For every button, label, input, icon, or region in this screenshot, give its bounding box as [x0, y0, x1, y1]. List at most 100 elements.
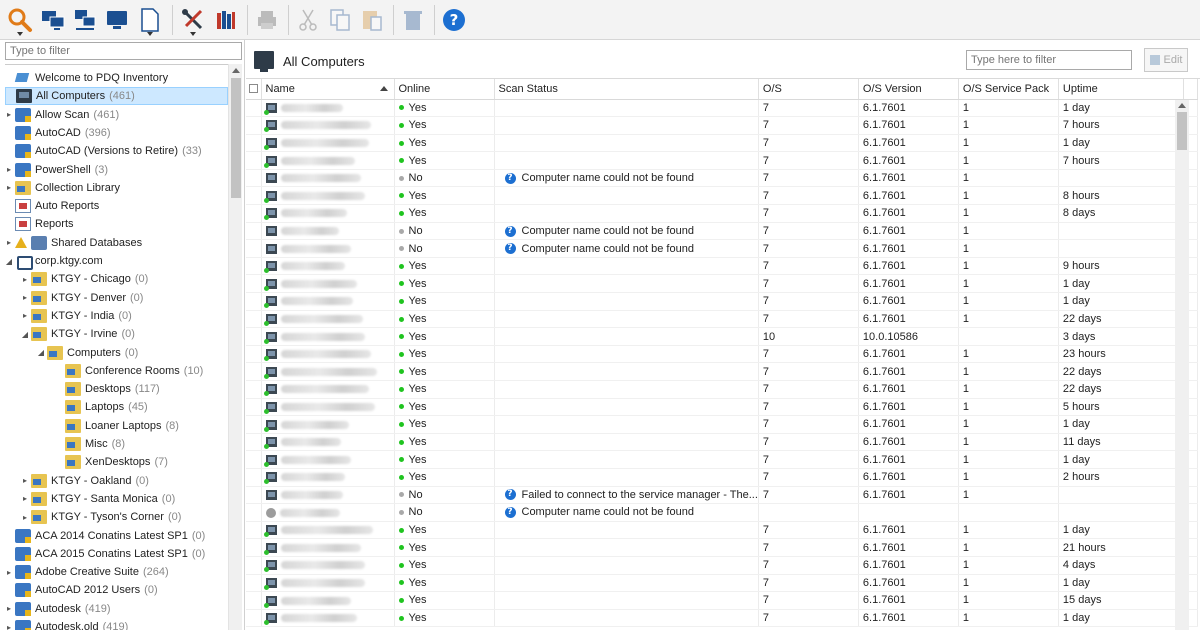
row-selector[interactable]	[246, 556, 262, 575]
row-selector[interactable]	[246, 222, 262, 241]
tree-node[interactable]: Misc (8)	[55, 435, 125, 453]
expand-toggle-icon[interactable]: ▸	[21, 476, 29, 485]
row-selector[interactable]	[246, 574, 262, 593]
grid-scrollbar[interactable]	[1175, 100, 1189, 630]
tree-node[interactable]: ▸ Autodesk.old (419)	[5, 618, 128, 630]
expand-toggle-icon[interactable]: ▸	[21, 513, 29, 522]
table-row[interactable]: Yes 7 6.1.7601 1 1 day	[246, 521, 1198, 540]
tree-node[interactable]: Welcome to PDQ Inventory	[5, 69, 172, 87]
row-selector[interactable]	[246, 274, 262, 294]
row-selector[interactable]	[246, 151, 262, 170]
table-row[interactable]: Yes 7 6.1.7601 1 1 day	[246, 292, 1198, 311]
table-row[interactable]: Yes 7 6.1.7601 1 1 day	[246, 609, 1198, 628]
tree-node[interactable]: Conference Rooms (10)	[55, 362, 203, 380]
tree-node[interactable]: ▸ KTGY - Santa Monica (0)	[21, 490, 175, 508]
expand-toggle-icon[interactable]: ◢	[21, 330, 29, 339]
row-selector[interactable]	[246, 591, 262, 610]
tree-node[interactable]: ▸ KTGY - Oakland (0)	[21, 472, 149, 490]
tree-node[interactable]: Auto Reports	[5, 197, 103, 215]
help-button[interactable]: ?	[439, 3, 469, 37]
expand-toggle-icon[interactable]: ▸	[5, 110, 13, 119]
tree-node[interactable]: ACA 2015 Conatins Latest SP1 (0)	[5, 545, 205, 563]
tree-node[interactable]: Laptops (45)	[55, 398, 148, 416]
table-row[interactable]: Yes 7 6.1.7601 1 22 days	[246, 380, 1198, 399]
edit-button[interactable]: Edit	[1144, 48, 1188, 72]
expand-toggle-icon[interactable]: ▸	[21, 494, 29, 503]
column-header-os-version[interactable]: O/S Version	[858, 79, 959, 100]
tree-node[interactable]: ▸ KTGY - Denver (0)	[21, 289, 143, 307]
table-row[interactable]: No? Computer name could not be found 7 6.1.…	[246, 239, 1198, 258]
column-header-os[interactable]: O/S	[758, 79, 859, 100]
row-selector[interactable]	[246, 415, 262, 434]
select-all-checkbox[interactable]	[246, 79, 262, 100]
row-selector[interactable]	[246, 99, 262, 118]
tree-node[interactable]: ◢ corp.ktgy.com	[5, 252, 107, 270]
tree-node[interactable]: ◢ KTGY - Irvine (0)	[21, 325, 135, 343]
expand-toggle-icon[interactable]: ▸	[5, 238, 13, 247]
row-selector[interactable]	[246, 503, 262, 522]
table-row[interactable]: Yes 7 6.1.7601 1 4 days	[246, 556, 1198, 575]
row-selector[interactable]	[246, 257, 262, 276]
column-header-extra[interactable]	[1183, 79, 1198, 100]
row-selector[interactable]	[246, 310, 262, 329]
table-row[interactable]: Yes 7 6.1.7601 1 1 day	[246, 574, 1198, 593]
tools-button[interactable]	[177, 3, 209, 37]
table-row[interactable]: Yes 7 6.1.7601 1 7 hours	[246, 151, 1198, 170]
tree-node[interactable]: ▸ KTGY - India (0)	[21, 307, 132, 325]
tree-node[interactable]: ◢ Computers (0)	[37, 344, 138, 362]
network-scan-button[interactable]	[70, 3, 100, 37]
row-selector[interactable]	[246, 398, 262, 417]
table-row[interactable]: Yes 7 6.1.7601 1 22 days	[246, 310, 1198, 329]
expand-toggle-icon[interactable]: ▸	[5, 623, 13, 630]
table-row[interactable]: Yes 7 6.1.7601 1 21 hours	[246, 538, 1198, 557]
expand-toggle-icon[interactable]: ◢	[5, 257, 13, 266]
row-selector[interactable]	[246, 380, 262, 399]
expand-toggle-icon[interactable]: ▸	[5, 568, 13, 577]
row-selector[interactable]	[246, 292, 262, 311]
table-row[interactable]: No? Computer name could not be found	[246, 503, 1198, 522]
tree-node[interactable]: AutoCAD 2012 Users (0)	[5, 581, 158, 599]
row-selector[interactable]	[246, 433, 262, 452]
table-row[interactable]: No? Failed to connect to the service mana…	[246, 486, 1198, 505]
tree-node[interactable]: Loaner Laptops (8)	[55, 417, 179, 435]
row-selector[interactable]	[246, 239, 262, 258]
tree-node[interactable]: ▸ Shared Databases	[5, 234, 146, 252]
tree-node[interactable]: ▸ PowerShell (3)	[5, 161, 108, 179]
expand-toggle-icon[interactable]: ▸	[21, 275, 29, 284]
table-row[interactable]: Yes 7 6.1.7601 1 1 day	[246, 450, 1198, 469]
row-selector[interactable]	[246, 116, 262, 135]
tree-node[interactable]: ▸ Allow Scan (461)	[5, 106, 119, 124]
row-selector[interactable]	[246, 204, 262, 223]
tree-node[interactable]: ACA 2014 Conatins Latest SP1 (0)	[5, 527, 205, 545]
row-selector[interactable]	[246, 169, 262, 188]
tree-node[interactable]: AutoCAD (Versions to Retire) (33)	[5, 142, 202, 160]
expand-toggle-icon[interactable]: ▸	[5, 165, 13, 174]
table-row[interactable]: Yes 7 6.1.7601 1 23 hours	[246, 345, 1198, 364]
table-row[interactable]: Yes 7 6.1.7601 1 8 days	[246, 204, 1198, 223]
print-button[interactable]	[252, 3, 282, 37]
table-row[interactable]: Yes 7 6.1.7601 1 2 hours	[246, 468, 1198, 487]
table-row[interactable]: Yes 7 6.1.7601 1 1 day	[246, 274, 1198, 294]
cut-button[interactable]	[293, 3, 323, 37]
row-selector[interactable]	[246, 134, 262, 153]
expand-toggle-icon[interactable]: ◢	[37, 348, 45, 357]
new-document-button[interactable]	[134, 3, 166, 37]
row-selector[interactable]	[246, 345, 262, 364]
row-selector[interactable]	[246, 362, 262, 381]
tree-scrollbar[interactable]	[228, 64, 242, 630]
table-row[interactable]: Yes 7 6.1.7601 1 1 day	[246, 99, 1198, 118]
table-row[interactable]: Yes 7 6.1.7601 1 11 days	[246, 433, 1198, 452]
tree-filter-input[interactable]	[5, 42, 242, 60]
expand-toggle-icon[interactable]: ▸	[21, 311, 29, 320]
table-row[interactable]: Yes 7 6.1.7601 1 8 hours	[246, 186, 1198, 206]
table-row[interactable]: Yes 7 6.1.7601 1 1 day	[246, 415, 1198, 434]
column-header-uptime[interactable]: Uptime	[1058, 79, 1184, 100]
tree-node[interactable]: Reports	[5, 215, 78, 233]
table-row[interactable]: Yes 7 6.1.7601 1 5 hours	[246, 398, 1198, 417]
table-row[interactable]: Yes 7 6.1.7601 1 1 day	[246, 134, 1198, 153]
column-header-online[interactable]: Online	[394, 79, 495, 100]
table-row[interactable]: Yes 7 6.1.7601 1 7 hours	[246, 116, 1198, 135]
table-row[interactable]: No? Computer name could not be found 7 6.1.…	[246, 169, 1198, 188]
tree-node[interactable]: XenDesktops (7)	[55, 453, 168, 471]
add-computer-button[interactable]	[102, 3, 132, 37]
